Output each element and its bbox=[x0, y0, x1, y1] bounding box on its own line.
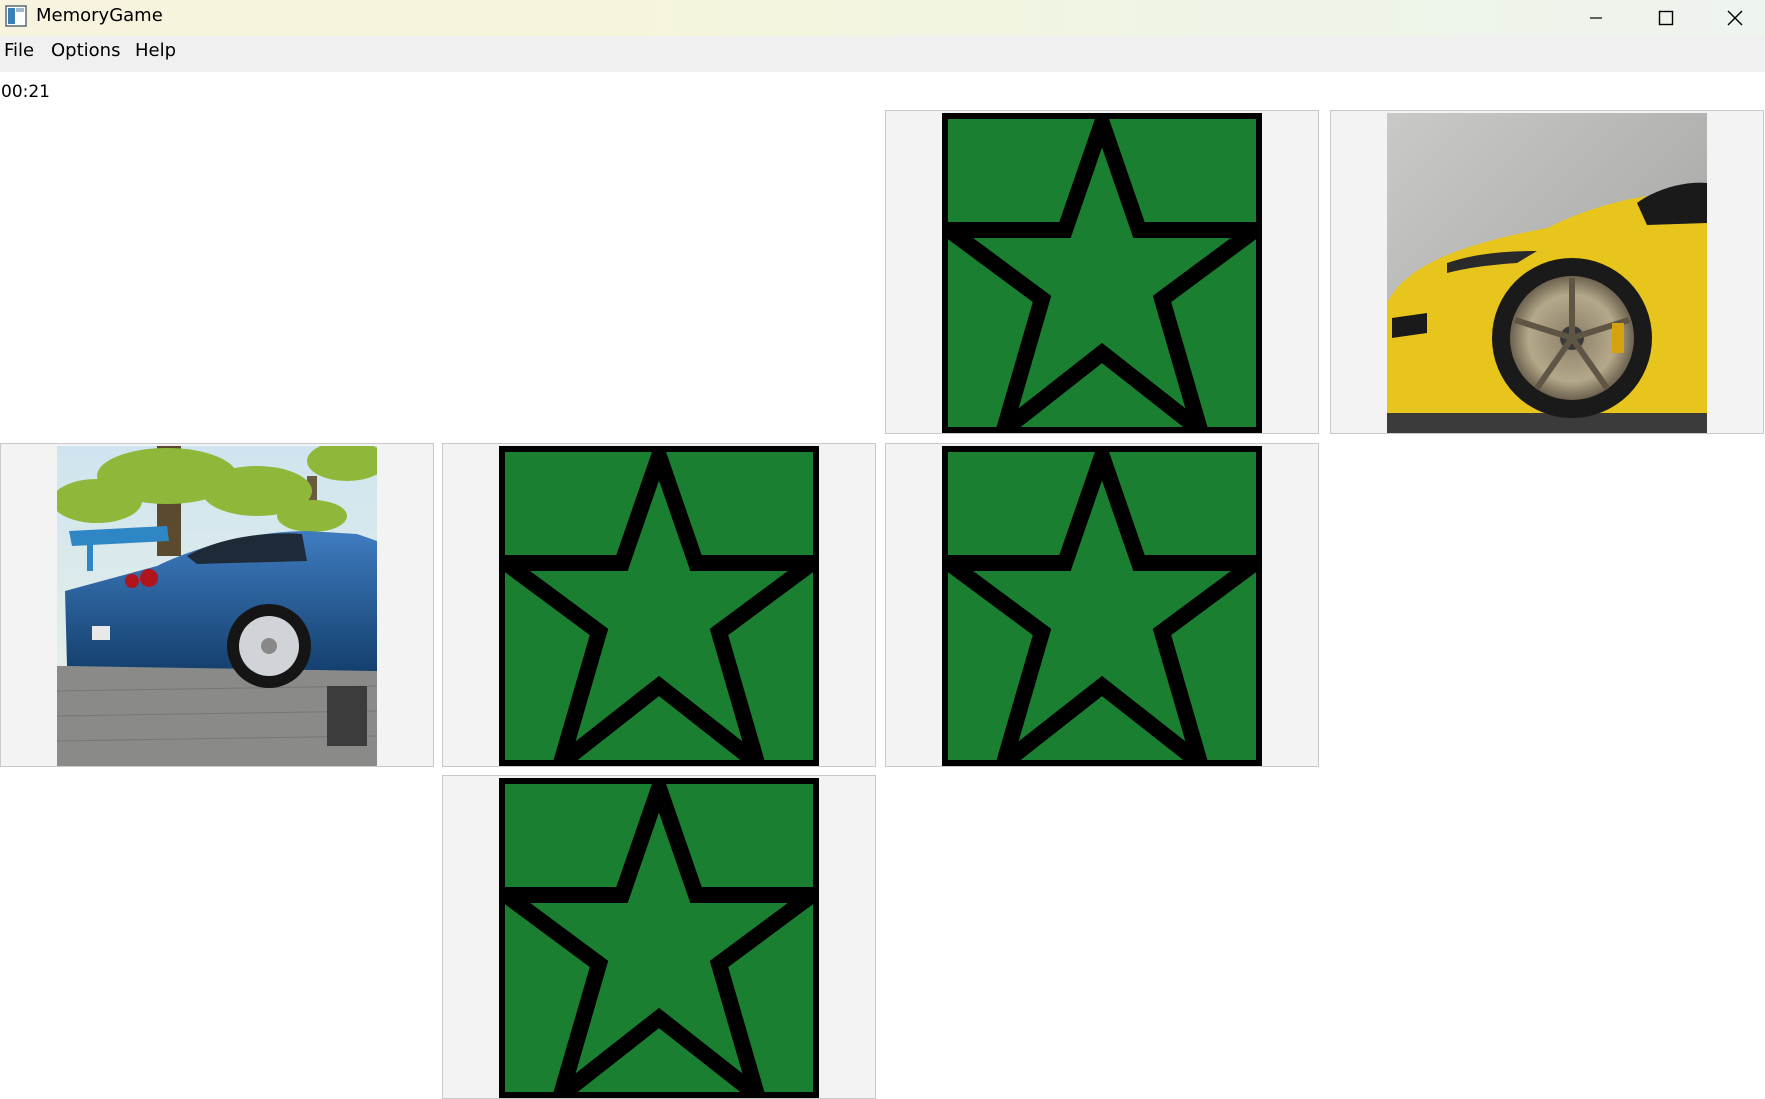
maximize-button[interactable] bbox=[1631, 0, 1700, 36]
menu-help[interactable]: Help bbox=[135, 36, 176, 72]
card-r2-c1[interactable] bbox=[0, 443, 434, 767]
menu-file[interactable]: File bbox=[4, 36, 34, 72]
card-r2-c2[interactable] bbox=[442, 443, 876, 767]
elapsed-timer: 00:21 bbox=[1, 82, 50, 102]
card-r2-c3[interactable] bbox=[885, 443, 1319, 767]
star-icon bbox=[499, 446, 819, 766]
title-bar[interactable]: MemoryGame bbox=[0, 0, 1765, 36]
star-icon bbox=[499, 778, 819, 1098]
star-icon bbox=[942, 113, 1262, 433]
menu-options[interactable]: Options bbox=[51, 36, 120, 72]
minimize-button[interactable] bbox=[1561, 0, 1630, 36]
close-icon bbox=[1727, 10, 1742, 26]
card-r1-c4[interactable] bbox=[1330, 110, 1764, 434]
yellow-sports-car-image bbox=[1387, 113, 1707, 433]
card-r3-c2[interactable] bbox=[442, 775, 876, 1099]
window-title: MemoryGame bbox=[36, 5, 163, 26]
minimize-icon bbox=[1589, 17, 1602, 19]
star-icon bbox=[942, 446, 1262, 766]
close-button[interactable] bbox=[1700, 0, 1765, 36]
app-icon bbox=[5, 5, 27, 27]
menu-bar: File Options Help bbox=[0, 36, 1765, 72]
maximize-icon bbox=[1658, 10, 1673, 26]
blue-skyline-car-image bbox=[57, 446, 377, 766]
card-r1-c3[interactable] bbox=[885, 110, 1319, 434]
